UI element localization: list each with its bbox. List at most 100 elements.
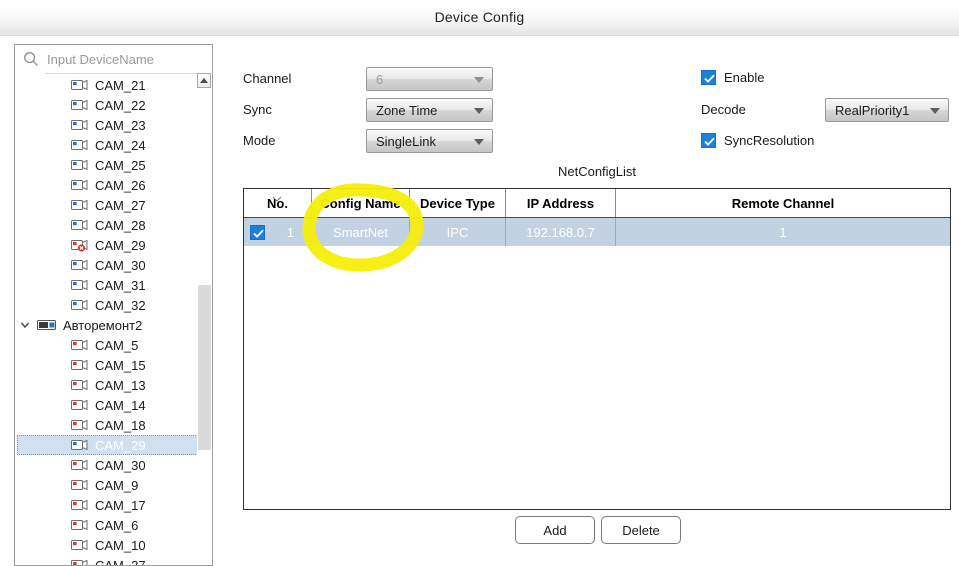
check-icon <box>253 229 264 238</box>
scrollbar-thumb[interactable] <box>198 285 211 450</box>
column-header-label: Config Name <box>320 195 401 211</box>
tree-item-label: CAM_5 <box>95 337 139 353</box>
column-header[interactable]: Remote Channel <box>616 189 950 217</box>
delete-button[interactable]: Delete <box>601 516 681 544</box>
camera-icon <box>71 439 88 450</box>
tree-camera-item[interactable]: CAM_30 <box>15 255 212 275</box>
camera-icon <box>71 139 88 150</box>
sync-dropdown[interactable]: Zone Time <box>366 98 493 122</box>
chevron-down-icon <box>474 139 484 145</box>
tree-camera-item[interactable]: CAM_22 <box>15 95 212 115</box>
tree-camera-item[interactable]: CAM_23 <box>15 115 212 135</box>
device-config-window: Device Config CAM_21CAM_22CAM_23CAM_24CA… <box>0 0 959 566</box>
tree-item-label: CAM_27 <box>95 557 146 566</box>
tree-item-label: CAM_13 <box>95 377 146 393</box>
tree-camera-item[interactable]: CAM_6 <box>15 515 212 535</box>
tree-item-label: CAM_6 <box>95 517 139 533</box>
tree-camera-item[interactable]: CAM_29 <box>17 435 200 455</box>
netconfig-table: No. Config Name Device Type IP Address Remot… <box>243 188 951 510</box>
tree-camera-item[interactable]: CAM_13 <box>15 375 212 395</box>
sync-resolution-checkbox-row[interactable]: SyncResolution <box>701 133 814 148</box>
tree-group-item[interactable]: Авторемонт2 <box>15 315 212 335</box>
column-header[interactable]: Config Name <box>312 189 410 217</box>
table-header-row: No. Config Name Device Type IP Address Remot… <box>244 189 950 218</box>
search-input[interactable] <box>45 50 205 68</box>
column-header-label: Device Type <box>420 195 495 211</box>
tree-camera-item[interactable]: CAM_5 <box>15 335 212 355</box>
search-row <box>15 45 212 73</box>
row-ip-address: 192.168.0.7 <box>506 218 616 246</box>
camera-icon <box>71 159 88 170</box>
tree-item-label: CAM_21 <box>95 77 146 93</box>
tree-camera-item[interactable]: CAM_24 <box>15 135 212 155</box>
camera-icon <box>71 519 88 530</box>
tree-camera-item[interactable]: CAM_25 <box>15 155 212 175</box>
camera-icon <box>71 399 88 410</box>
title-bar: Device Config <box>0 0 959 36</box>
tree-camera-item[interactable]: CAM_18 <box>15 415 212 435</box>
tree-item-label: CAM_25 <box>95 157 146 173</box>
tree-camera-item[interactable]: CAM_9 <box>15 475 212 495</box>
row-remote-channel: 1 <box>779 224 787 240</box>
tree-camera-item[interactable]: CAM_31 <box>15 275 212 295</box>
enable-label: Enable <box>724 70 765 85</box>
enable-checkbox[interactable] <box>701 70 716 85</box>
tree-camera-item[interactable]: CAM_14 <box>15 395 212 415</box>
sync-resolution-checkbox[interactable] <box>701 133 716 148</box>
tree-camera-item[interactable]: CAM_17 <box>15 495 212 515</box>
tree-item-label: CAM_30 <box>95 457 146 473</box>
row-checkbox-cell[interactable] <box>244 218 270 246</box>
tree-camera-item[interactable]: CAM_10 <box>15 535 212 555</box>
camera-icon <box>71 179 88 190</box>
scroll-up-button[interactable] <box>197 73 211 88</box>
tree-item-label: CAM_26 <box>95 177 146 193</box>
camera-icon <box>71 419 88 430</box>
decode-dropdown[interactable]: RealPriority1 <box>825 98 949 122</box>
tree-camera-item[interactable]: CAM_32 <box>15 295 212 315</box>
tree-camera-item[interactable]: CAM_28 <box>15 215 212 235</box>
check-icon <box>704 137 715 146</box>
mode-dropdown[interactable]: SingleLink <box>366 129 493 153</box>
tree-scrollbar[interactable] <box>197 45 212 565</box>
channel-label: Channel <box>243 71 292 86</box>
chevron-down-icon[interactable] <box>19 319 31 331</box>
camera-icon <box>71 79 88 90</box>
camera-icon <box>71 339 88 350</box>
tree-camera-item[interactable]: CAM_21 <box>15 75 212 95</box>
tree-camera-item[interactable]: CAM_27 <box>15 555 212 565</box>
tree-item-label: CAM_9 <box>95 477 139 493</box>
select-all-chevron-icon[interactable] <box>272 190 282 202</box>
channel-value: 6 <box>376 71 384 87</box>
tree-item-label: CAM_27 <box>95 197 146 213</box>
tree-item-label: CAM_23 <box>95 117 146 133</box>
tree-camera-item[interactable]: CAM_26 <box>15 175 212 195</box>
tree-item-label: CAM_28 <box>95 217 146 233</box>
column-header[interactable]: Device Type <box>410 189 506 217</box>
camera-icon <box>71 459 88 470</box>
tree-item-label: CAM_30 <box>95 257 146 273</box>
tree-camera-item[interactable]: CAM_15 <box>15 355 212 375</box>
tree-item-label: CAM_22 <box>95 97 146 113</box>
tree-camera-item[interactable]: CAM_27 <box>15 195 212 215</box>
triangle-up-icon <box>200 78 208 83</box>
tree-item-label: CAM_32 <box>95 297 146 313</box>
table-row[interactable]: 1 SmartNet IPC 192.168.0.7 1 <box>244 218 950 246</box>
sync-resolution-label: SyncResolution <box>724 133 815 148</box>
tree-item-label: CAM_24 <box>95 137 146 153</box>
camera-icon <box>71 379 88 390</box>
tree-item-label: CAM_15 <box>95 357 146 373</box>
device-tree[interactable]: CAM_21 CAM_22 CAM_23 CAM_24 CAM_25 CAM_26 CAM_… <box>15 75 212 565</box>
column-header[interactable]: IP Address <box>506 189 616 217</box>
row-checkbox[interactable] <box>250 224 265 240</box>
decode-value: RealPriority1 <box>835 102 910 118</box>
column-header-label: Remote Channel <box>731 195 835 211</box>
add-button[interactable]: Add <box>515 516 595 544</box>
enable-checkbox-row[interactable]: Enable <box>701 70 764 85</box>
tree-camera-item[interactable]: CAM_29 <box>15 235 212 255</box>
decode-label: Decode <box>701 102 746 117</box>
column-header[interactable]: No. <box>244 189 312 217</box>
tree-camera-item[interactable]: CAM_30 <box>15 455 212 475</box>
tree-item-label: CAM_18 <box>95 417 146 433</box>
channel-dropdown[interactable]: 6 <box>366 67 493 91</box>
tree-item-label: CAM_31 <box>95 277 146 293</box>
